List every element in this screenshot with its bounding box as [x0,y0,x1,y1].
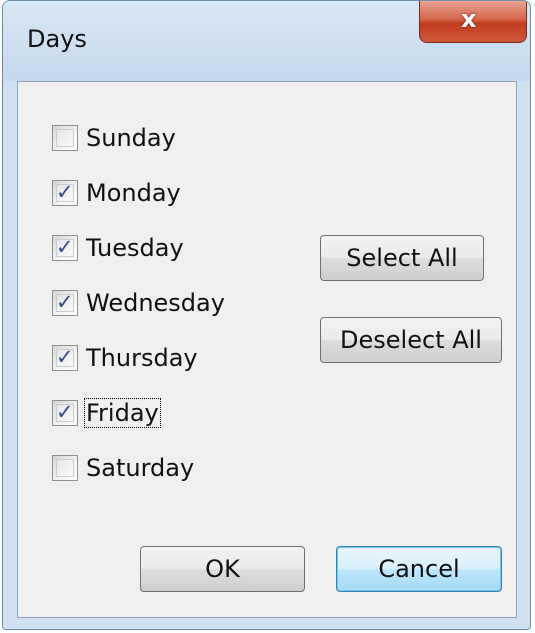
checkbox-inner [56,129,74,147]
select-all-button[interactable]: Select All [320,235,484,281]
dialog-content: ✓ Sunday ✓ Monday ✓ Tuesday ✓ Wednesday [17,81,517,618]
checkbox-monday[interactable]: ✓ [52,180,78,206]
checkbox-wednesday[interactable]: ✓ [52,290,78,316]
checkbox-row-saturday[interactable]: ✓ Saturday [52,448,196,488]
checkbox-row-sunday[interactable]: ✓ Sunday [52,118,178,158]
window-title: Days [27,25,87,53]
close-button[interactable]: x [419,1,527,43]
checkbox-label-tuesday[interactable]: Tuesday [84,234,186,262]
checkbox-inner [56,459,74,477]
checkbox-row-wednesday[interactable]: ✓ Wednesday [52,283,227,323]
checkbox-label-thursday[interactable]: Thursday [84,344,200,372]
checkbox-thursday[interactable]: ✓ [52,345,78,371]
cancel-button[interactable]: Cancel [336,546,502,592]
close-icon: x [461,5,477,33]
checkbox-row-monday[interactable]: ✓ Monday [52,173,183,213]
checkmark-icon: ✓ [56,180,74,204]
checkbox-label-monday[interactable]: Monday [84,179,183,207]
deselect-all-button[interactable]: Deselect All [320,317,502,363]
checkbox-row-friday[interactable]: ✓ Friday [52,393,161,433]
checkbox-label-wednesday[interactable]: Wednesday [84,289,227,317]
checkbox-label-saturday[interactable]: Saturday [84,454,196,482]
checkbox-row-thursday[interactable]: ✓ Thursday [52,338,200,378]
title-bar[interactable]: Days x [3,1,530,81]
checkbox-row-tuesday[interactable]: ✓ Tuesday [52,228,186,268]
checkmark-icon: ✓ [56,235,74,259]
checkmark-icon: ✓ [56,400,74,424]
checkbox-friday[interactable]: ✓ [52,400,78,426]
checkbox-saturday[interactable]: ✓ [52,455,78,481]
ok-button[interactable]: OK [140,546,305,592]
checkbox-tuesday[interactable]: ✓ [52,235,78,261]
checkbox-label-sunday[interactable]: Sunday [84,124,178,152]
checkmark-icon: ✓ [56,345,74,369]
checkbox-sunday[interactable]: ✓ [52,125,78,151]
days-dialog: Days x ✓ Sunday ✓ Monday ✓ Tuesday [2,0,531,630]
checkmark-icon: ✓ [56,290,74,314]
checkbox-label-friday[interactable]: Friday [84,398,161,428]
